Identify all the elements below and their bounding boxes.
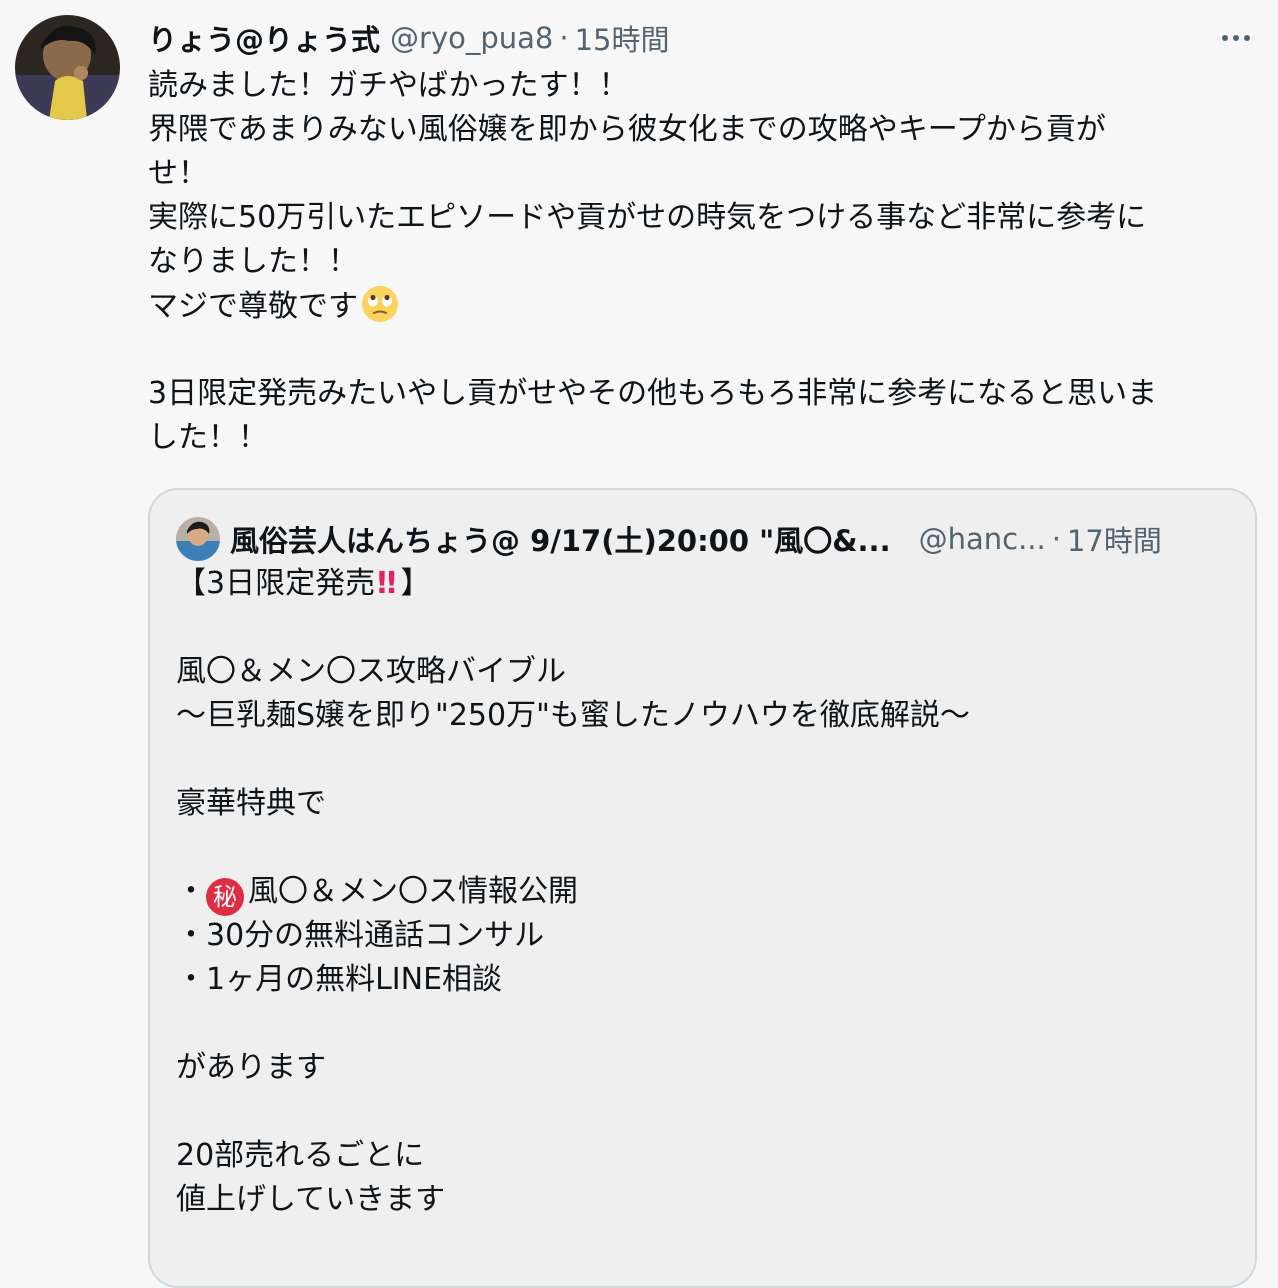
quoted-line: 値上げしていきます — [176, 1182, 446, 1217]
tweet-line: 界隈であまりみない風俗嬢を即から彼女化までの攻略やキープから貢が — [148, 112, 1106, 147]
face-with-rolling-eyes-emoji — [362, 286, 398, 322]
tweet-line: した！！ — [148, 420, 268, 455]
separator-dot: · — [559, 21, 569, 55]
quoted-user-handle: @hanc... — [918, 522, 1046, 556]
double-exclamation-emoji: !! — [375, 566, 398, 601]
more-options-icon[interactable] — [1214, 18, 1258, 58]
quoted-timestamp: 17時間 — [1066, 524, 1162, 558]
quoted-line: 風〇＆メン〇ス攻略バイブル — [176, 654, 566, 689]
quoted-line: 【3日限定発売!!】 — [176, 562, 1229, 606]
quoted-line — [176, 738, 1229, 782]
display-name[interactable]: りょう@りょう式 — [148, 17, 380, 59]
quoted-display-name: 風俗芸人はんちょう@ 9/17(土)20:00 "風〇&... — [230, 524, 891, 558]
tweet-line: せ！ — [148, 156, 208, 191]
quoted-line-text: 風〇＆メン〇ス情報公開 — [248, 874, 578, 909]
quoted-line — [176, 606, 1229, 650]
tweet-line-text: マジで尊敬です — [148, 289, 358, 324]
quoted-line: 20部売れるごとに — [176, 1138, 425, 1173]
quoted-tweet-card[interactable]: 風俗芸人はんちょう@ 9/17(土)20:00 "風〇&... @hanc...… — [148, 488, 1257, 1288]
tweet-line: 3日限定発売みたいやし貢がせやその他もろもろ非常に参考になると思いま — [148, 376, 1158, 411]
separator-dot: · — [1051, 522, 1061, 556]
tweet-header: りょう@りょう式 @ryo_pua8 · 15時間 — [148, 16, 1178, 60]
tweet-line — [148, 328, 1263, 372]
tweet-line: 実際に50万引いたエピソードや貢がせの時気をつける事など非常に参考に — [148, 200, 1147, 235]
quoted-tweet-header: 風俗芸人はんちょう@ 9/17(土)20:00 "風〇&... @hanc...… — [176, 516, 1229, 562]
tweet-line: 読みました！ガチやばかったす！！ — [148, 68, 629, 103]
quoted-line — [176, 1090, 1229, 1134]
tweet-text: 読みました！ガチやばかったす！！ 界隈であまりみない風俗嬢を即から彼女化までの攻… — [148, 64, 1263, 460]
bullet-prefix: ・ — [176, 874, 206, 909]
quoted-line — [176, 1002, 1229, 1046]
quoted-line: 〜巨乳麺S嬢を即り"250万"も蜜したノウハウを徹底解説〜 — [176, 698, 970, 733]
quoted-bullet-item: ・秘風〇＆メン〇ス情報公開 — [176, 870, 1229, 916]
secret-badge-icon: 秘 — [206, 878, 244, 916]
quoted-line-text: 】 — [400, 566, 431, 601]
tweet-line-with-emoji: マジで尊敬です — [148, 284, 1263, 328]
tweet-timestamp[interactable]: 15時間 — [575, 17, 670, 59]
quoted-line: があります — [176, 1050, 326, 1085]
quoted-line: 豪華特典で — [176, 786, 326, 821]
quoted-line — [176, 826, 1229, 870]
user-handle[interactable]: @ryo_pua8 — [390, 21, 553, 55]
quoted-line-text: 【3日限定発売 — [176, 566, 376, 601]
quoted-tweet-text: 【3日限定発売!!】 風〇＆メン〇ス攻略バイブル 〜巨乳麺S嬢を即り"250万"… — [176, 562, 1229, 1222]
quoted-user-avatar — [176, 517, 220, 561]
quoted-bullet-item: ・1ヶ月の無料LINE相談 — [176, 962, 503, 997]
tweet-line: なりました！！ — [148, 244, 358, 279]
user-avatar[interactable] — [15, 15, 120, 120]
quoted-bullet-item: ・30分の無料通話コンサル — [176, 918, 545, 953]
